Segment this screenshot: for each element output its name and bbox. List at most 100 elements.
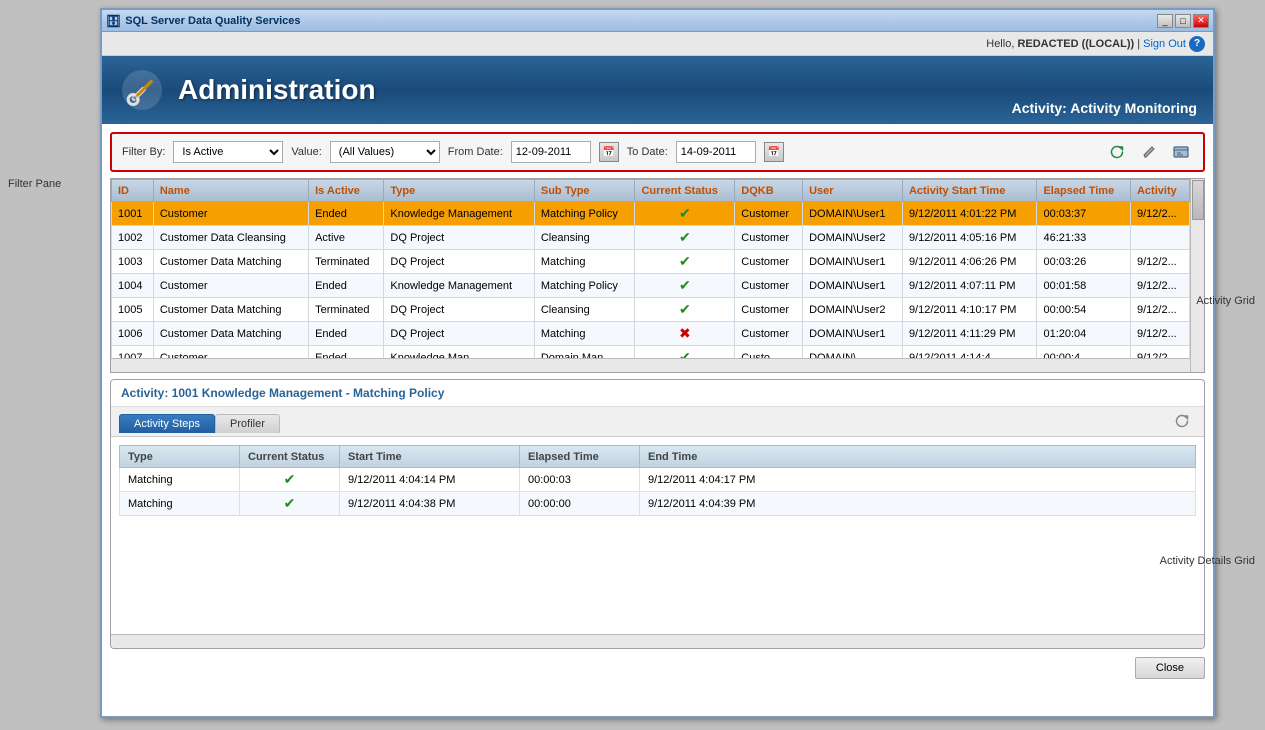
cell-start-time: 9/12/2011 4:06:26 PM (902, 250, 1037, 274)
check-status-icon: ✔ (679, 277, 691, 293)
cell-user: DOMAIN\User1 (803, 202, 903, 226)
cell-user: DOMAIN\User1 (803, 274, 903, 298)
from-date-input[interactable] (511, 141, 591, 163)
tab-refresh-button[interactable] (1168, 411, 1196, 436)
close-window-button[interactable]: ✕ (1193, 14, 1209, 28)
cell-start-time: 9/12/2011 4:07:11 PM (902, 274, 1037, 298)
cell-dqkb: Customer (735, 250, 803, 274)
app-logo (118, 66, 166, 114)
cell-dqkb: Customer (735, 226, 803, 250)
detail-col-elapsed: Elapsed Time (520, 446, 640, 468)
activity-row[interactable]: 1003 Customer Data Matching Terminated D… (112, 250, 1190, 274)
help-icon[interactable]: ? (1189, 36, 1205, 52)
check-status-icon: ✔ (679, 205, 691, 221)
from-date-label: From Date: (448, 146, 503, 158)
col-sub-type: Sub Type (534, 180, 635, 202)
activity-grid-scrollbar[interactable] (1190, 179, 1204, 372)
cell-sub-type: Matching (534, 322, 635, 346)
cell-activity: 9/12/2... (1130, 250, 1189, 274)
hello-text: Hello, (986, 38, 1014, 50)
activity-row[interactable]: 1001 Customer Ended Knowledge Management… (112, 202, 1190, 226)
value-select[interactable]: (All Values) Active Ended Terminated (330, 141, 440, 163)
cell-dqkb: Customer (735, 298, 803, 322)
cell-activity: 9/12/2... (1130, 202, 1189, 226)
cell-is-active: Ended (309, 202, 384, 226)
cell-user: DOMAIN\User2 (803, 298, 903, 322)
cell-elapsed: 00:03:26 (1037, 250, 1131, 274)
cell-id: 1006 (112, 322, 154, 346)
activity-row[interactable]: 1004 Customer Ended Knowledge Management… (112, 274, 1190, 298)
cell-id: 1005 (112, 298, 154, 322)
edit-button[interactable] (1137, 140, 1161, 164)
activity-grid-container: ID Name Is Active Type Sub Type Current … (110, 178, 1205, 373)
tab-profiler[interactable]: Profiler (215, 414, 280, 433)
col-activity: Activity (1130, 180, 1189, 202)
cell-name: Customer (153, 202, 308, 226)
detail-cell-start: 9/12/2011 4:04:38 PM (340, 492, 520, 516)
main-content-area: Filter By: Is Active All Active Ended Te… (102, 124, 1213, 720)
close-button[interactable]: Close (1135, 657, 1205, 679)
cell-dqkb: Customer (735, 274, 803, 298)
title-bar: 🗄 SQL Server Data Quality Services _ □ ✕ (102, 10, 1213, 32)
detail-col-type: Type (120, 446, 240, 468)
detail-cell-status: ✔ (240, 492, 340, 516)
cell-status: ✔ (635, 250, 735, 274)
detail-col-end: End Time (640, 446, 1196, 468)
cell-dqkb: Customer (735, 322, 803, 346)
cell-type: DQ Project (384, 322, 534, 346)
cell-id: 1002 (112, 226, 154, 250)
tab-activity-steps[interactable]: Activity Steps (119, 414, 215, 433)
sign-out-link[interactable]: Sign Out (1143, 38, 1186, 50)
detail-row[interactable]: Matching ✔ 9/12/2011 4:04:14 PM 00:00:03… (120, 468, 1196, 492)
cell-status: ✔ (635, 274, 735, 298)
details-panel: Activity: 1001 Knowledge Management - Ma… (110, 379, 1205, 649)
export-icon (1173, 145, 1189, 159)
window-icon: 🗄 (106, 14, 121, 28)
cell-is-active: Terminated (309, 250, 384, 274)
activity-row[interactable]: 1006 Customer Data Matching Ended DQ Pro… (112, 322, 1190, 346)
cell-is-active: Active (309, 226, 384, 250)
cell-id: 1004 (112, 274, 154, 298)
cell-user: DOMAIN\User1 (803, 250, 903, 274)
separator: | (1137, 38, 1140, 50)
activity-grid-header: ID Name Is Active Type Sub Type Current … (112, 180, 1190, 202)
cell-elapsed: 46:21:33 (1037, 226, 1131, 250)
details-hscrollbar[interactable] (111, 634, 1204, 648)
export-button[interactable] (1169, 140, 1193, 164)
cell-elapsed: 00:00:54 (1037, 298, 1131, 322)
detail-cell-end: 9/12/2011 4:04:39 PM (640, 492, 1196, 516)
detail-cell-elapsed: 00:00:03 (520, 468, 640, 492)
detail-cell-end: 9/12/2011 4:04:17 PM (640, 468, 1196, 492)
cell-dqkb: Customer (735, 202, 803, 226)
detail-cell-start: 9/12/2011 4:04:14 PM (340, 468, 520, 492)
activity-row[interactable]: 1005 Customer Data Matching Terminated D… (112, 298, 1190, 322)
from-date-calendar-button[interactable]: 📅 (599, 142, 619, 162)
cell-activity: 9/12/2... (1130, 298, 1189, 322)
cell-sub-type: Matching Policy (534, 202, 635, 226)
refresh-button[interactable] (1105, 140, 1129, 164)
activity-details-annotation: Activity Details Grid (1160, 555, 1255, 567)
window-title: 🗄 SQL Server Data Quality Services (106, 14, 301, 28)
cell-elapsed: 00:01:58 (1037, 274, 1131, 298)
filter-by-label: Filter By: (122, 146, 165, 158)
details-grid: Type Current Status Start Time Elapsed T… (119, 445, 1196, 516)
activity-row[interactable]: 1002 Customer Data Cleansing Active DQ P… (112, 226, 1190, 250)
cell-type: DQ Project (384, 250, 534, 274)
maximize-button[interactable]: □ (1175, 14, 1191, 28)
cell-name: Customer Data Cleansing (153, 226, 308, 250)
detail-check-icon: ✔ (284, 471, 296, 487)
activity-grid: ID Name Is Active Type Sub Type Current … (111, 179, 1190, 370)
detail-check-icon: ✔ (284, 495, 296, 511)
cell-start-time: 9/12/2011 4:10:17 PM (902, 298, 1037, 322)
cell-activity: 9/12/2... (1130, 322, 1189, 346)
detail-row[interactable]: Matching ✔ 9/12/2011 4:04:38 PM 00:00:00… (120, 492, 1196, 516)
col-dqkb: DQKB (735, 180, 803, 202)
to-date-input[interactable] (676, 141, 756, 163)
minimize-button[interactable]: _ (1157, 14, 1173, 28)
activity-grid-hscrollbar[interactable] (111, 358, 1190, 372)
to-date-calendar-button[interactable]: 📅 (764, 142, 784, 162)
activity-grid-annotation: Activity Grid (1196, 295, 1255, 307)
cell-type: Knowledge Management (384, 274, 534, 298)
tools-icon (120, 68, 164, 112)
filter-by-select[interactable]: Is Active All Active Ended Terminated (173, 141, 283, 163)
